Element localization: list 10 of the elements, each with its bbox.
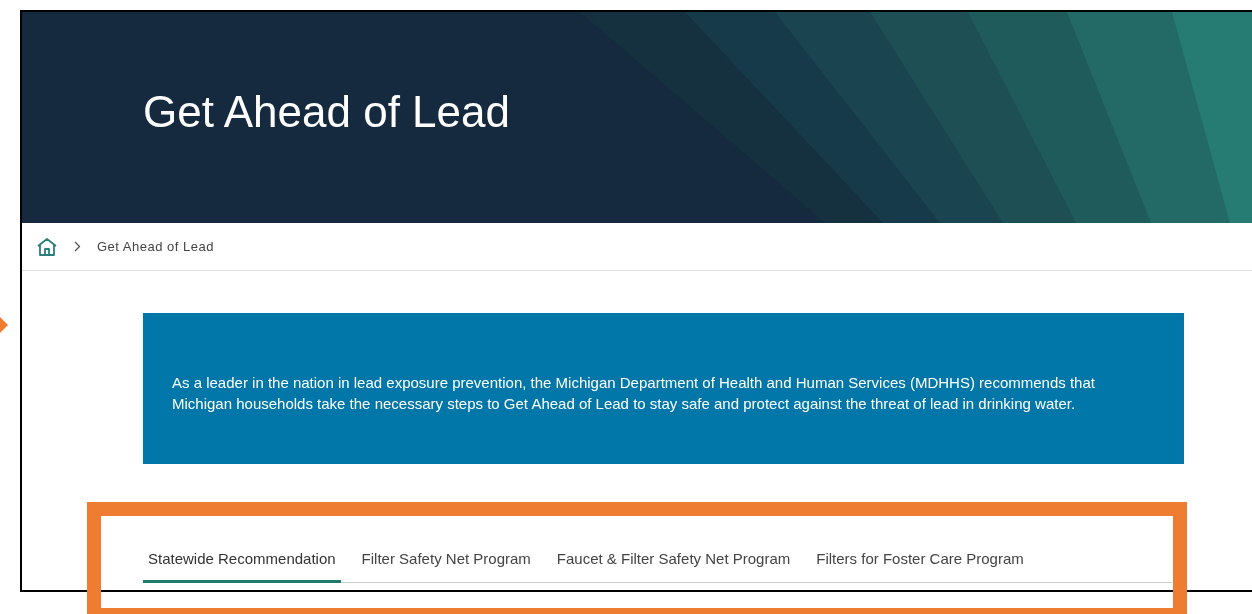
- breadcrumb-current: Get Ahead of Lead: [97, 237, 214, 256]
- tab[interactable]: Filters for Foster Care Program: [811, 546, 1029, 583]
- tab[interactable]: Filter Safety Net Program: [356, 546, 536, 583]
- arrow-head-icon: [0, 317, 8, 333]
- intro-text: As a leader in the nation in lead exposure prevention, the Michigan Department of Health and Human Services (MDHHS) recommends that Michigan households take the necessary steps to Get Ahead of Lead to stay safe and protect against the threat of lead in drinking water.: [172, 372, 1096, 414]
- home-icon[interactable]: [36, 236, 58, 257]
- chevron-right-icon: [74, 241, 81, 252]
- tab[interactable]: Faucet & Filter Safety Net Program: [551, 546, 796, 583]
- page-title: Get Ahead of Lead: [143, 90, 510, 134]
- tab[interactable]: Statewide Recommendation: [143, 546, 341, 583]
